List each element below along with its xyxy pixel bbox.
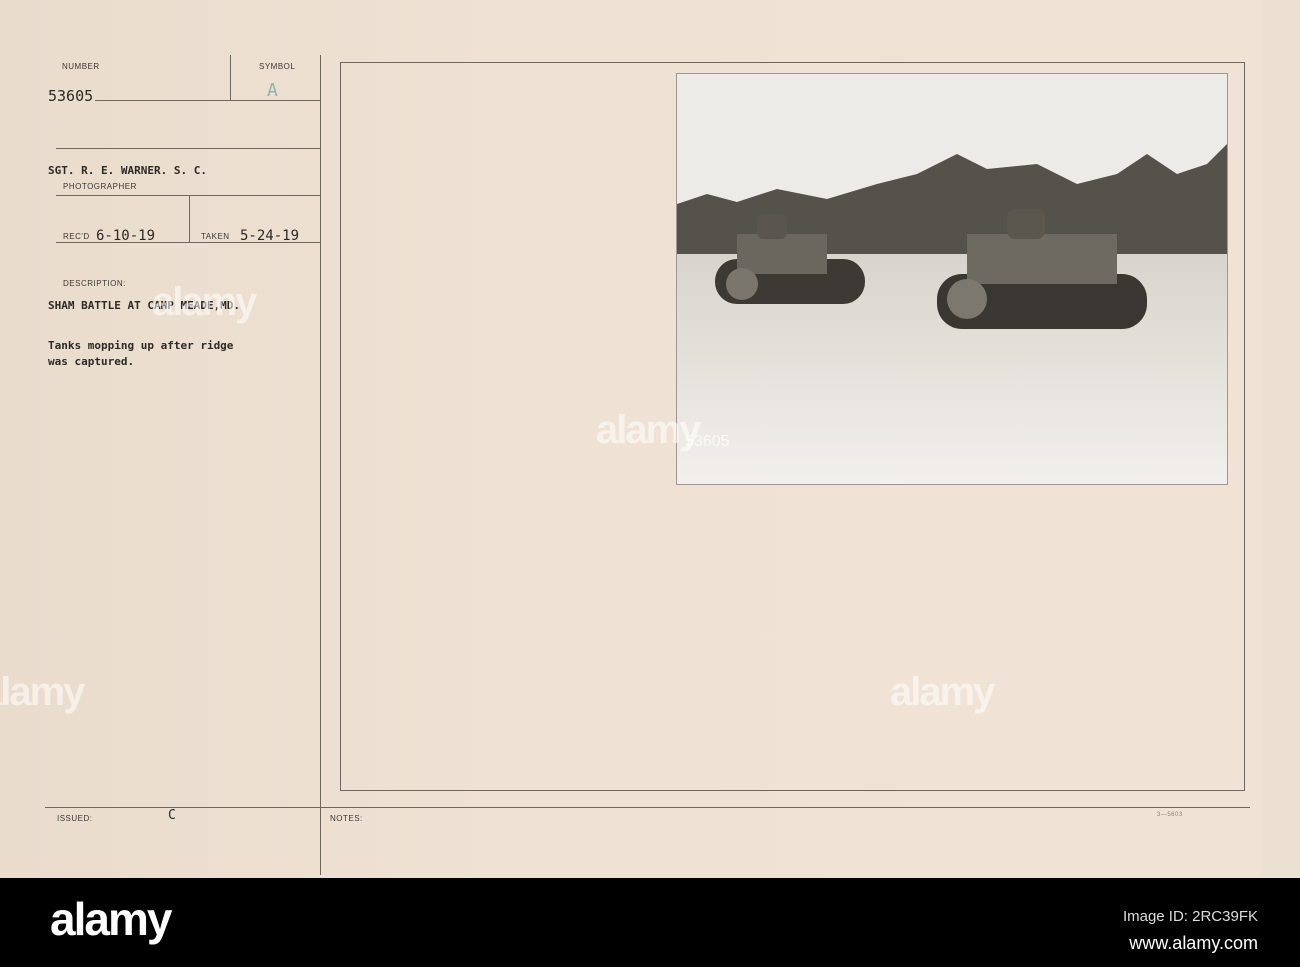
description-line: was captured. [48, 355, 135, 368]
symbol-label: SYMBOL [259, 62, 296, 71]
bottom-rule [45, 807, 1250, 808]
recd-date: 6-10-19 [96, 228, 156, 244]
notes-label: NOTES: [330, 814, 363, 823]
archive-card: NUMBER 53605 SYMBOL A SGT. R. E. WARNER.… [0, 0, 1300, 878]
alamy-logo: alamy [50, 893, 172, 945]
symbol-divider [230, 55, 231, 100]
photograph-tanks: 53605 [676, 73, 1228, 485]
symbol-value: A [267, 80, 278, 101]
footer-bar: alamy Image ID: 2RC39FK www.alamy.com [0, 878, 1300, 967]
issued-value: C [168, 808, 176, 823]
watermark: alamy [890, 670, 995, 714]
description-label: DESCRIPTION: [63, 279, 126, 288]
watermark: alamy [596, 408, 701, 452]
watermark: alamy [152, 280, 257, 324]
recd-label: REC'D [63, 232, 90, 241]
taken-date: 5-24-19 [240, 228, 300, 244]
photo-scene: 53605 [677, 74, 1227, 484]
card-edge [1262, 0, 1300, 878]
column-divider [320, 55, 321, 875]
date-divider [189, 195, 190, 243]
form-code: 3—5603 [1157, 812, 1183, 818]
image-id: Image ID: 2RC39FK [1122, 908, 1258, 925]
watermark: alamy [0, 670, 85, 714]
number-underline [95, 100, 320, 101]
site-url: www.alamy.com [1129, 933, 1258, 953]
rule [56, 148, 320, 149]
taken-label: TAKEN [201, 232, 230, 241]
number-label: NUMBER [62, 62, 100, 71]
issued-label: ISSUED: [57, 814, 93, 823]
photographer-label: PHOTOGRAPHER [63, 182, 137, 191]
number-value: 53605 [48, 87, 94, 105]
description-line: Tanks mopping up after ridge [48, 339, 234, 352]
photographer-name: SGT. R. E. WARNER. S. C. [48, 164, 207, 177]
rule [56, 195, 320, 196]
